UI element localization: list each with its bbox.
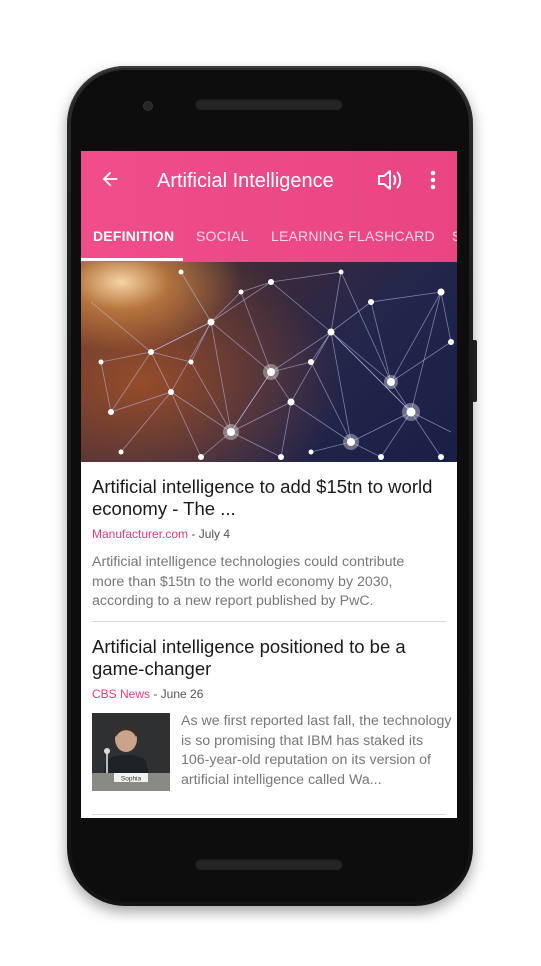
active-tab-indicator (81, 258, 183, 261)
thumbnail-image: Sophia (92, 713, 170, 791)
hero-image-neural-network[interactable] (81, 262, 457, 462)
article-title[interactable]: Artificial intelligence positioned to be… (92, 636, 448, 680)
front-camera (143, 101, 153, 111)
article-snippet: Artificial intelligence technologies cou… (92, 554, 405, 609)
arrow-left-icon[interactable] (99, 168, 121, 190)
tab-bar: DEFINITION SOCIAL LEARNING FLASHCARD S (81, 213, 457, 262)
network-illustration (90, 269, 454, 460)
article-thumbnail[interactable]: Sophia (92, 713, 170, 791)
volume-icon[interactable] (376, 167, 404, 193)
tab-learning-flashcard[interactable]: LEARNING FLASHCARD (271, 228, 435, 244)
article-source-line: Manufacturer.com - July 4 (92, 527, 230, 541)
article-source[interactable]: CBS News (92, 687, 150, 701)
article-source[interactable]: Manufacturer.com (92, 527, 188, 541)
divider (92, 621, 446, 622)
bottom-speaker (195, 858, 343, 870)
svg-text:Sophia: Sophia (121, 776, 142, 783)
side-button (472, 340, 477, 402)
earpiece-speaker (195, 98, 343, 110)
tab-social[interactable]: SOCIAL (196, 228, 249, 244)
article-title[interactable]: Artificial intelligence to add $15tn to … (92, 476, 448, 520)
tab-partial[interactable]: S (452, 228, 457, 244)
article-date: - July 4 (188, 527, 231, 541)
tab-definition[interactable]: DEFINITION (93, 228, 174, 244)
more-vertical-icon[interactable] (423, 167, 443, 193)
page-title: Artificial Intelligence (157, 170, 334, 192)
article-source-line: CBS News - June 26 (92, 687, 203, 701)
app-bar: Artificial Intelligence DEFINITION SOCIA… (81, 151, 457, 262)
article-snippet: As we first reported last fall, the tech… (181, 713, 452, 788)
article-date: - June 26 (150, 687, 204, 701)
app-screen: Artificial Intelligence DEFINITION SOCIA… (81, 151, 457, 818)
divider (92, 814, 446, 815)
